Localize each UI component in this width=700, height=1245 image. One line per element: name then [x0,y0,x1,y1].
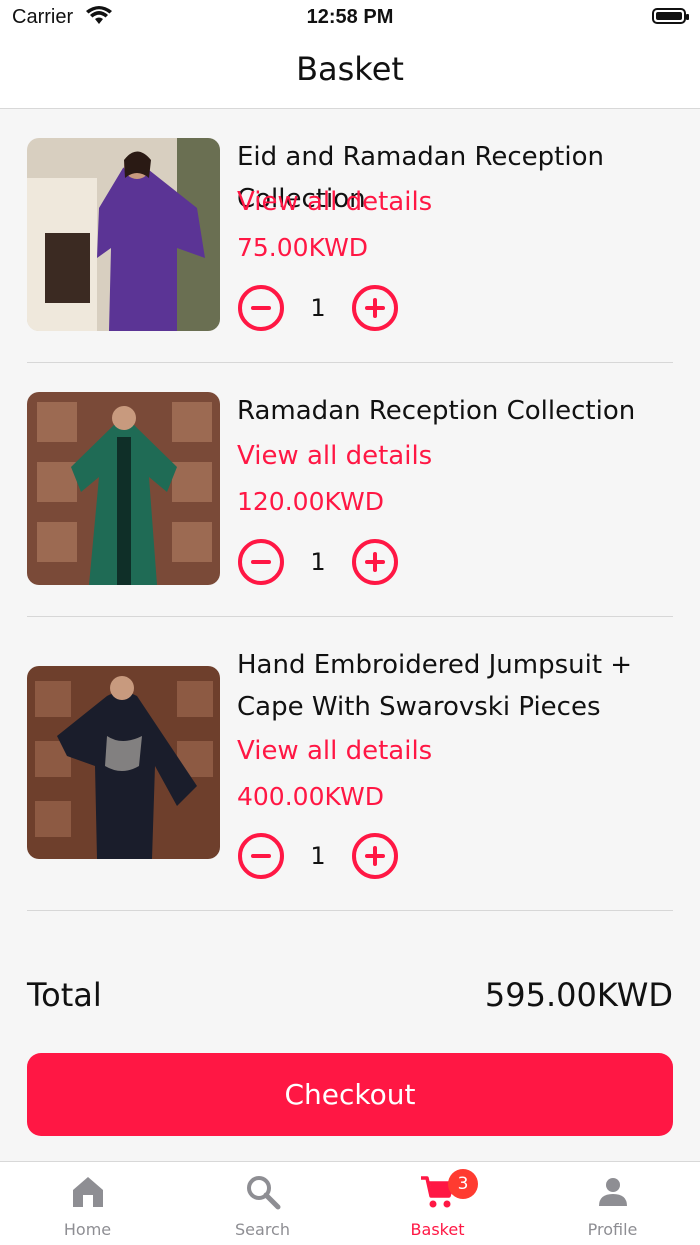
product-image[interactable] [27,138,220,331]
search-icon [247,1176,281,1210]
quantity-value: 1 [310,548,326,576]
product-name: Ramadan Reception Collection [237,396,636,426]
increase-quantity-button[interactable] [352,539,398,585]
tab-search[interactable]: Search [175,1162,350,1245]
view-details-link[interactable]: View all details [237,441,432,471]
decrease-quantity-button[interactable] [238,833,284,879]
page-title: Basket [296,50,404,88]
basket-item: Ramadan Reception Collection View all de… [27,362,673,617]
basket-item: Hand Embroidered Jumpsuit + Cape With Sw… [27,616,673,911]
tab-label: Search [235,1220,290,1239]
tab-bar: Home Search 3 Basket Profile [0,1161,700,1245]
tab-label: Home [63,1220,112,1239]
tab-label: Profile [587,1220,638,1239]
checkout-button[interactable]: Checkout [27,1053,673,1136]
view-details-link[interactable]: View all details [237,187,432,217]
decrease-quantity-button[interactable] [238,285,284,331]
total-value: 595.00KWD [484,976,673,1014]
tab-basket[interactable]: 3 Basket [350,1162,525,1245]
tab-home[interactable]: Home [0,1162,175,1245]
battery-icon [652,8,689,24]
product-name: Hand Embroidered Jumpsuit + Cape With Sw… [237,650,633,722]
product-price: 400.00KWD [237,782,384,811]
basket-item: Eid and Ramadan Reception Collection Vie… [27,108,673,363]
product-image[interactable] [27,392,220,585]
quantity-value: 1 [310,842,326,870]
tab-label: Basket [410,1220,465,1239]
decrease-quantity-button[interactable] [238,539,284,585]
home-icon [73,1177,103,1207]
quantity-value: 1 [310,294,326,322]
product-price: 120.00KWD [237,487,384,516]
product-price: 75.00KWD [237,233,369,262]
view-details-link[interactable]: View all details [237,736,432,766]
status-bar: Carrier 12:58 PM [0,0,700,36]
increase-quantity-button[interactable] [352,285,398,331]
product-image[interactable] [27,666,220,859]
clock: 12:58 PM [306,6,394,28]
navigation-bar: Basket [0,36,700,109]
tab-profile[interactable]: Profile [525,1162,700,1245]
cart-count-badge: 3 [448,1169,478,1199]
total-label: Total [27,976,102,1014]
person-icon [599,1178,627,1206]
increase-quantity-button[interactable] [352,833,398,879]
